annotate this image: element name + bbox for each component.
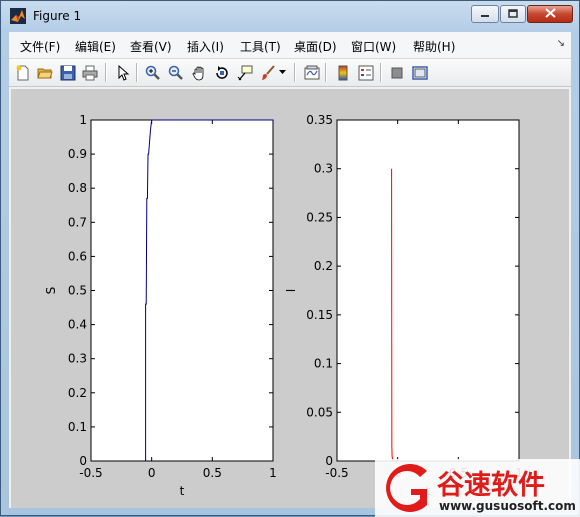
plot1-y-tick-label: 1 <box>79 113 87 127</box>
title-bar[interactable]: Figure 1 <box>1 1 579 31</box>
plot1-y-tick-label: 0.6 <box>68 249 87 263</box>
toolbar-separator <box>294 63 296 82</box>
maximize-icon <box>508 7 518 21</box>
plots-svg: -0.5 0 0.5 100.10.20.30.40.50.60.70.80.91tS… <box>44 113 523 498</box>
plot1-x-tick-label: 0.5 <box>203 466 222 480</box>
menu-overflow-icon[interactable]: ↘ <box>557 38 565 49</box>
plot2-axes-box <box>336 119 520 462</box>
figure-toolbar <box>9 59 571 87</box>
menu-view[interactable]: 查看(V) <box>130 38 172 55</box>
print-icon[interactable] <box>80 63 99 82</box>
plot1-y-tick-label: 0.2 <box>68 386 87 400</box>
rotate-3d-icon[interactable] <box>212 63 231 82</box>
plot1-x-axis-label: t <box>180 484 185 498</box>
plot1-y-tick-label: 0.9 <box>68 147 87 161</box>
plot1-y-tick-label: 0.8 <box>68 181 87 195</box>
pointer-icon[interactable] <box>113 63 132 82</box>
link-plot-icon[interactable] <box>302 63 321 82</box>
legend-icon[interactable] <box>356 63 375 82</box>
toolbar-separator <box>105 63 107 82</box>
plot2-y-tick-label: 0.3 <box>314 162 333 176</box>
hide-plot-tools-icon[interactable] <box>387 63 406 82</box>
toolbar-separator <box>380 63 382 82</box>
zoom-out-icon[interactable] <box>166 63 185 82</box>
plot1-y-axis-label: S <box>44 287 58 295</box>
figure-client-area: 文件(F) 编辑(E) 查看(V) 插入(I) 工具(T) 桌面(D) 窗口(W… <box>9 32 571 508</box>
plot2-y-tick-label: 0.25 <box>306 210 333 224</box>
minimize-button[interactable] <box>471 5 499 23</box>
toolbar-separator <box>325 63 327 82</box>
menu-bar: 文件(F) 编辑(E) 查看(V) 插入(I) 工具(T) 桌面(D) 窗口(W… <box>9 32 571 59</box>
close-button[interactable] <box>527 5 573 23</box>
plot1-y-tick-label: 0.7 <box>68 215 87 229</box>
toolbar-separator <box>136 63 138 82</box>
open-file-icon[interactable] <box>35 63 54 82</box>
plot2-y-tick-label: 0 <box>325 454 333 468</box>
zoom-in-icon[interactable] <box>143 63 162 82</box>
plot2-x-tick-label: -0.5 <box>325 466 348 480</box>
plot2-y-tick-label: 0.05 <box>306 405 333 419</box>
plot1-y-tick-label: 0 <box>79 454 87 468</box>
menu-insert[interactable]: 插入(I) <box>187 38 224 55</box>
window-title: Figure 1 <box>33 9 82 23</box>
pan-icon[interactable] <box>189 63 208 82</box>
watermark: 谷速软件 www.gusuosoft.com <box>375 459 580 517</box>
data-cursor-icon[interactable] <box>235 63 254 82</box>
plot1-x-tick-label: 0 <box>148 466 156 480</box>
plot1-axes-box <box>90 119 274 462</box>
plot1-y-tick-label: 0.4 <box>68 318 87 332</box>
plot1-y-tick-label: 0.1 <box>68 420 87 434</box>
show-plot-tools-icon[interactable] <box>410 63 429 82</box>
save-icon[interactable] <box>58 63 77 82</box>
plot1-y-tick-label: 0.3 <box>68 352 87 366</box>
plot2-y-tick-label: 0.35 <box>306 113 333 127</box>
menu-desktop[interactable]: 桌面(D) <box>294 38 337 55</box>
figure-canvas: -0.5 0 0.5 1 0 0.1 0.2 0.3 0.4 0.5 0.6 0.7 0.8 0.9 1 t S… <box>11 89 569 508</box>
close-icon <box>544 7 556 21</box>
plot2-y-axis-label: I <box>284 289 298 293</box>
plot2-y-tick-label: 0.1 <box>314 357 333 371</box>
plot2-y-tick-label: 0.15 <box>306 308 333 322</box>
menu-edit[interactable]: 编辑(E) <box>75 38 116 55</box>
brush-dropdown-icon[interactable] <box>277 63 287 82</box>
menu-file[interactable]: 文件(F) <box>20 38 60 55</box>
figure-window: Figure 1 文件(F) 编辑(E) 查看(V) 插入(I) 工具(T) 桌… <box>0 0 580 517</box>
plot2-y-tick-label: 0.2 <box>314 259 333 273</box>
plot1-x-tick-label: -0.5 <box>79 466 102 480</box>
menu-window[interactable]: 窗口(W) <box>351 38 396 55</box>
watermark-brand: 谷速软件 <box>437 470 545 501</box>
matlab-icon <box>10 8 26 24</box>
menu-help[interactable]: 帮助(H) <box>413 38 455 55</box>
watermark-url: www.gusuosoft.com <box>439 499 576 513</box>
colorbar-icon[interactable] <box>333 63 352 82</box>
minimize-icon <box>480 7 490 21</box>
brush-icon[interactable] <box>258 63 277 82</box>
plot1-x-tick-label: 1 <box>269 466 277 480</box>
maximize-button[interactable] <box>500 5 526 23</box>
new-figure-icon[interactable] <box>13 63 32 82</box>
plot1-y-tick-label: 0.5 <box>68 284 87 298</box>
menu-tools[interactable]: 工具(T) <box>240 38 281 55</box>
